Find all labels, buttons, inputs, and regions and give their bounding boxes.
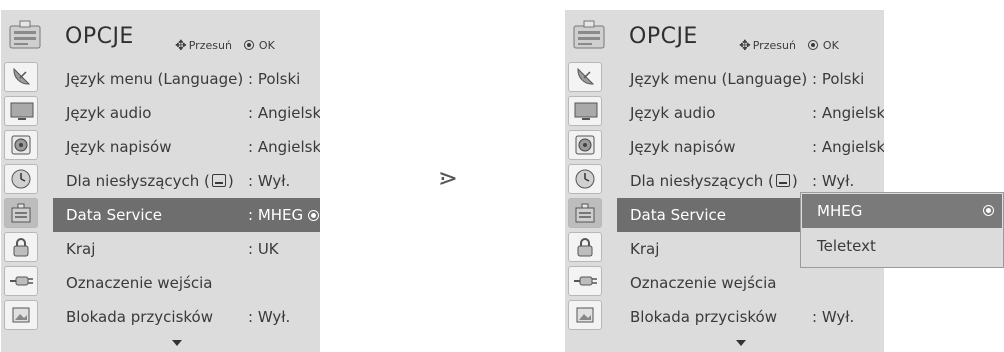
options-icon[interactable] (4, 198, 38, 228)
lock-icon[interactable] (568, 232, 602, 262)
speaker-icon[interactable] (4, 130, 38, 160)
clock-icon[interactable] (568, 164, 602, 194)
menu-header: OPCJE ✥ Przesuń OK (565, 10, 884, 62)
scroll-down-arrow-icon[interactable] (172, 340, 182, 346)
menu-item-audio-language[interactable]: Język audio: Angielski (57, 96, 320, 130)
next-step-arrow-icon: ⋗ (438, 164, 459, 192)
input-plug-icon[interactable] (568, 266, 602, 296)
ok-icon (807, 40, 818, 50)
subtitle-icon (211, 174, 226, 187)
menu-item-language[interactable]: Język menu (Language): Polski (621, 62, 884, 96)
menu-item-country[interactable]: Kraj: UK (57, 232, 320, 266)
clock-icon[interactable] (4, 164, 38, 194)
options-icon[interactable] (568, 198, 602, 228)
menu-item-key-lock[interactable]: Blokada przycisków: Wył. (621, 300, 884, 334)
menu-item-input-label[interactable]: Oznaczenie wejścia (57, 266, 320, 300)
monitor-icon[interactable] (568, 96, 602, 126)
navigation-hint: ✥ Przesuń OK (739, 38, 839, 54)
menu-header: OPCJE ✥ Przesuń OK (1, 10, 320, 62)
lock-icon[interactable] (4, 232, 38, 262)
options-menu-left: OPCJE ✥ Przesuń OK Język menu (Language): … (1, 10, 320, 352)
ok-icon (243, 40, 254, 50)
photo-icon[interactable] (568, 300, 602, 330)
menu-item-language[interactable]: Język menu (Language): Polski (57, 62, 320, 96)
navigation-hint: ✥ Przesuń OK (175, 38, 275, 54)
category-icon-bar (565, 62, 605, 334)
satellite-dish-icon[interactable] (568, 62, 602, 92)
hint-move-label: Przesuń (752, 39, 796, 52)
menu-item-audio-language[interactable]: Język audio: Angielski (621, 96, 884, 130)
options-menu-right: OPCJE ✥ Przesuń OK Język menu (Language): … (565, 10, 884, 352)
menu-item-subtitle-language[interactable]: Język napisów: Angielski (621, 130, 884, 164)
satellite-dish-icon[interactable] (4, 62, 38, 92)
subtitle-icon (775, 174, 790, 187)
menu-item-data-service[interactable]: Data Service: MHEG (53, 198, 320, 232)
menu-item-subtitle-language[interactable]: Język napisów: Angielski (57, 130, 320, 164)
monitor-icon[interactable] (4, 96, 38, 126)
move-arrows-icon: ✥ (175, 38, 187, 54)
select-circle-icon (983, 205, 994, 216)
select-circle-icon (308, 210, 320, 221)
hint-ok-label: OK (822, 39, 839, 52)
page-title: OPCJE (65, 24, 134, 49)
move-arrows-icon: ✥ (739, 38, 751, 54)
menu-item-hearing-impaired[interactable]: Dla niesłyszących (): Wył. (57, 164, 320, 198)
options-list: Język menu (Language): Polski Język audi… (53, 62, 320, 334)
menu-item-key-lock[interactable]: Blokada przycisków: Wył. (57, 300, 320, 334)
input-plug-icon[interactable] (4, 266, 38, 296)
options-header-icon (9, 20, 41, 49)
speaker-icon[interactable] (568, 130, 602, 160)
page-title: OPCJE (629, 24, 698, 49)
data-service-dropdown: MHEG Teletext (800, 192, 1004, 268)
photo-icon[interactable] (4, 300, 38, 330)
dropdown-option-mheg[interactable]: MHEG (802, 194, 1002, 228)
dropdown-option-teletext[interactable]: Teletext (801, 228, 1003, 264)
menu-item-input-label[interactable]: Oznaczenie wejścia (621, 266, 884, 300)
hint-ok-label: OK (258, 39, 275, 52)
hint-move-label: Przesuń (188, 39, 232, 52)
scroll-down-arrow-icon[interactable] (736, 340, 746, 346)
options-header-icon (573, 20, 605, 49)
category-icon-bar (1, 62, 41, 334)
